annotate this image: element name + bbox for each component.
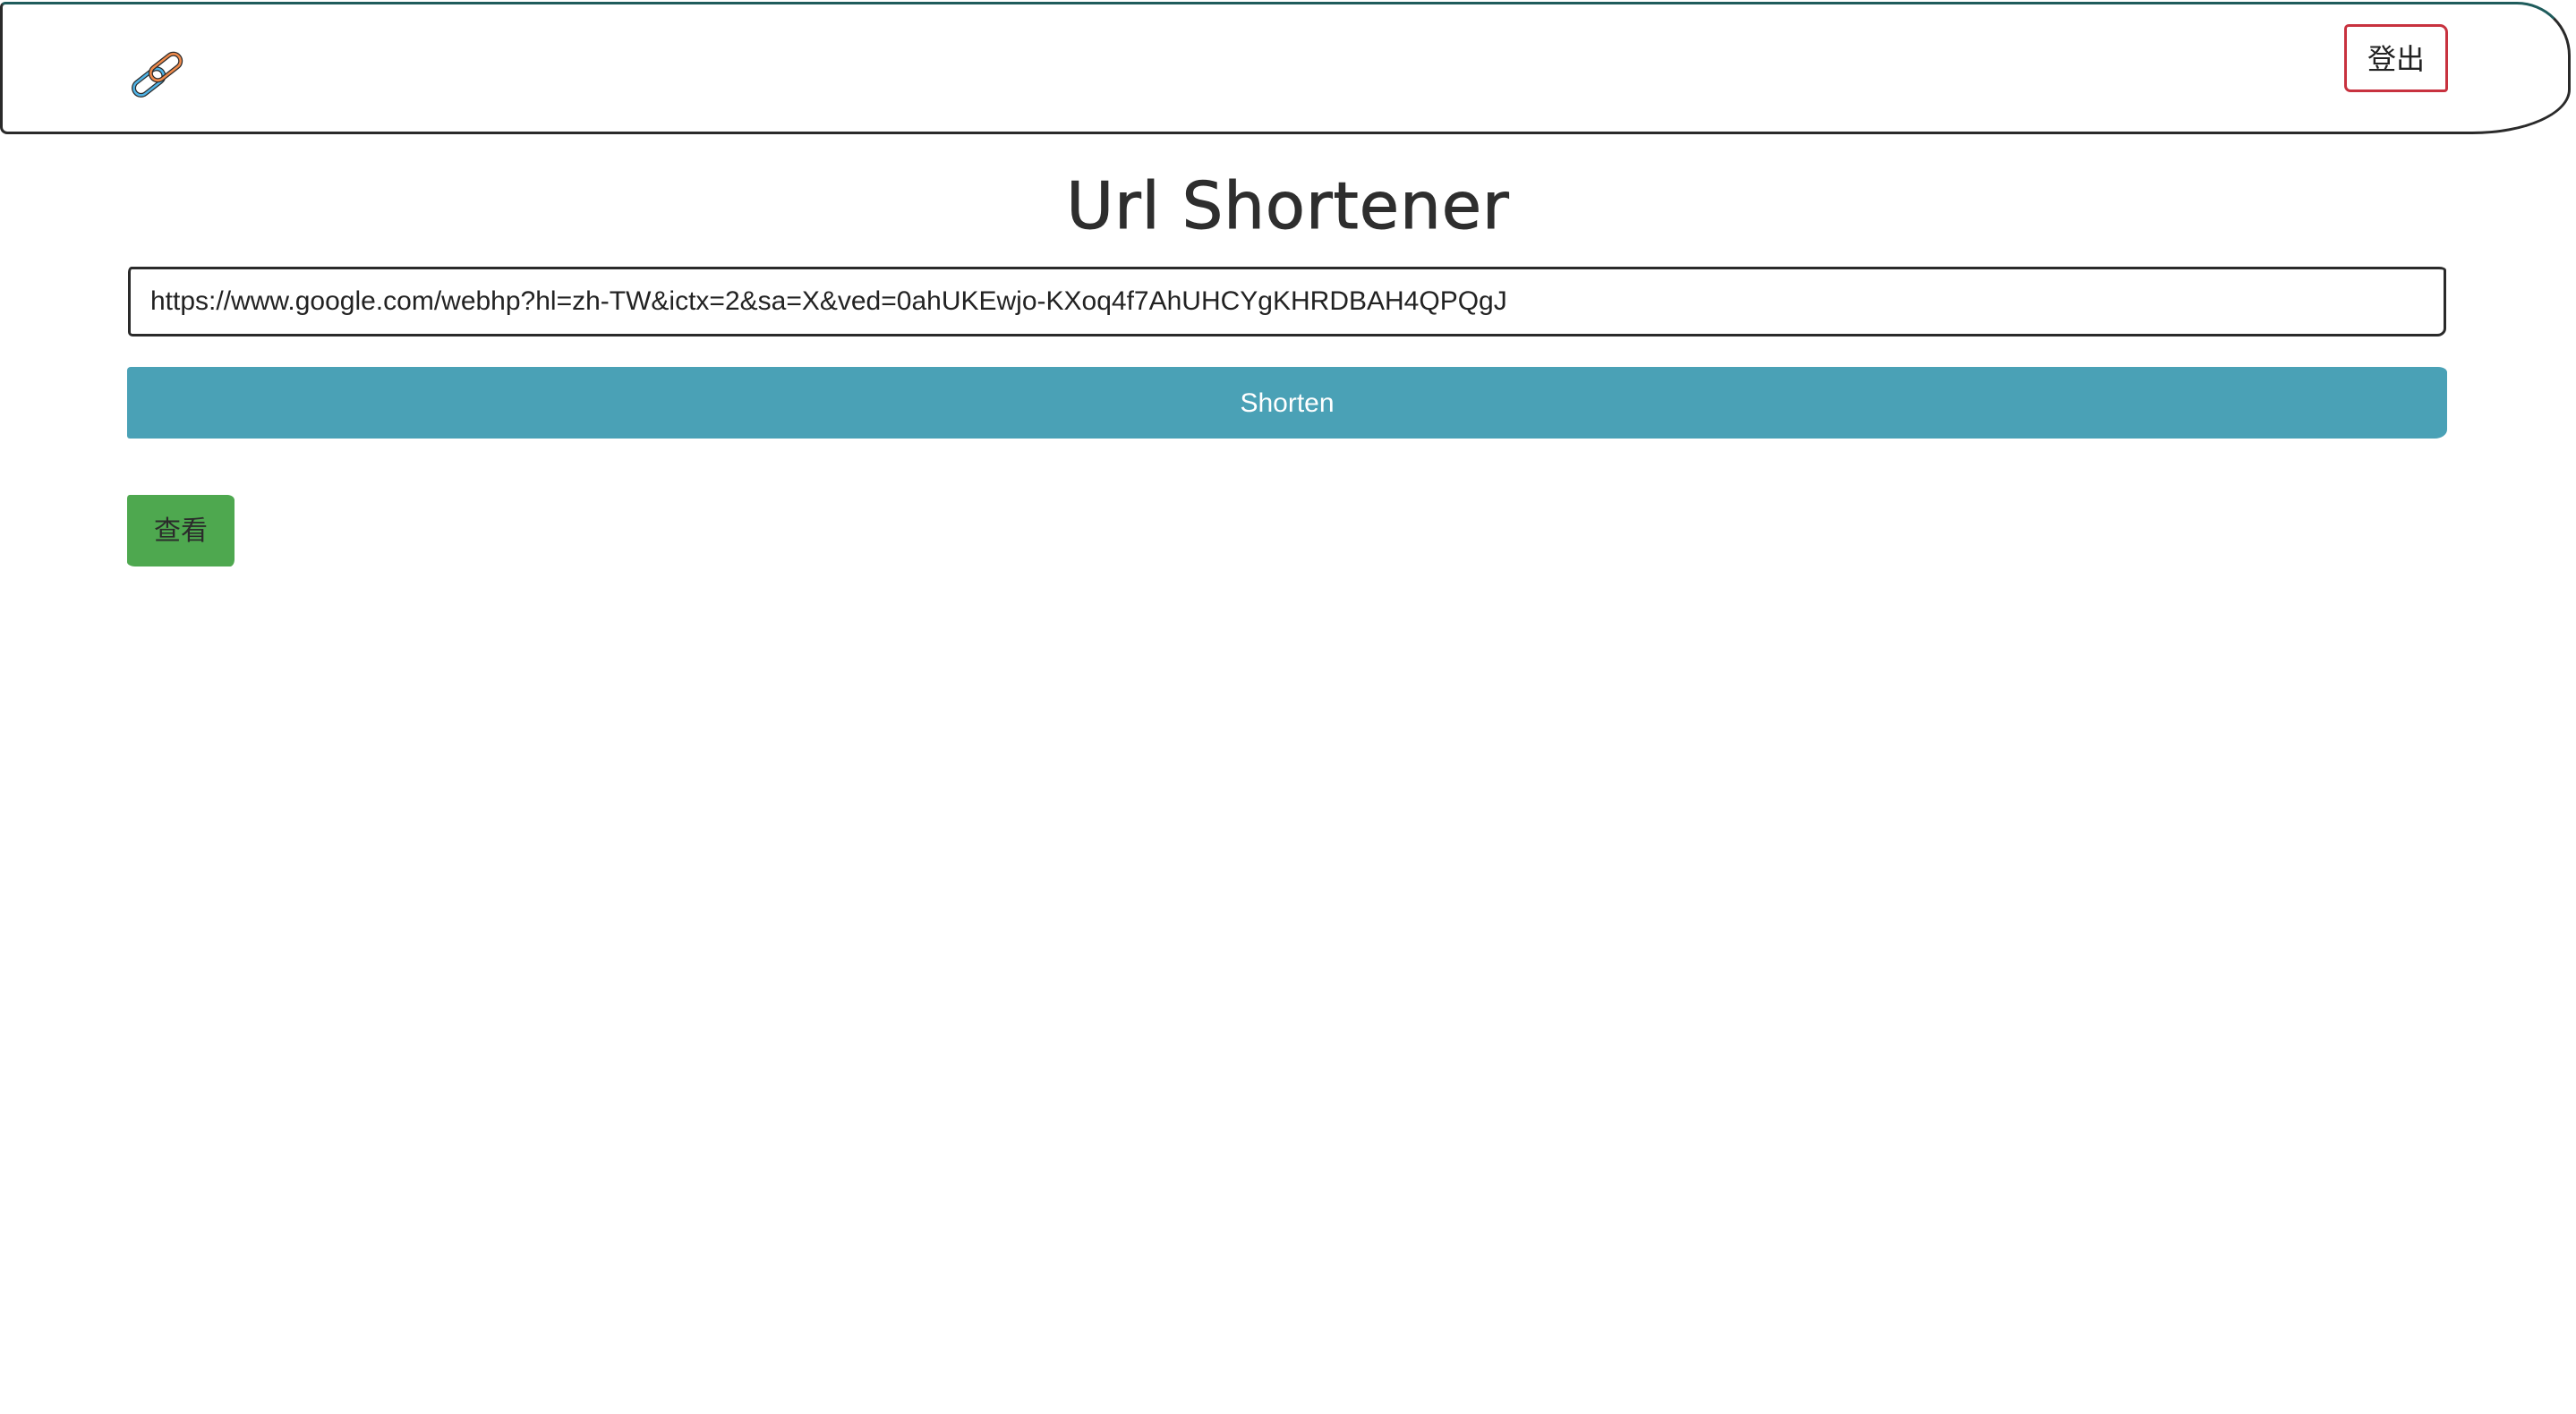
logout-button[interactable]: 登出 [2344, 24, 2448, 92]
top-navbar: 登出 [0, 2, 2571, 134]
url-input[interactable] [128, 267, 2446, 336]
shorten-button[interactable]: Shorten [127, 367, 2447, 439]
link-chain-icon[interactable] [128, 49, 187, 99]
page: 登出 Url Shortener Shorten 查看 [0, 0, 2576, 1414]
view-button[interactable]: 查看 [127, 495, 235, 566]
page-title: Url Shortener [1066, 168, 1510, 244]
